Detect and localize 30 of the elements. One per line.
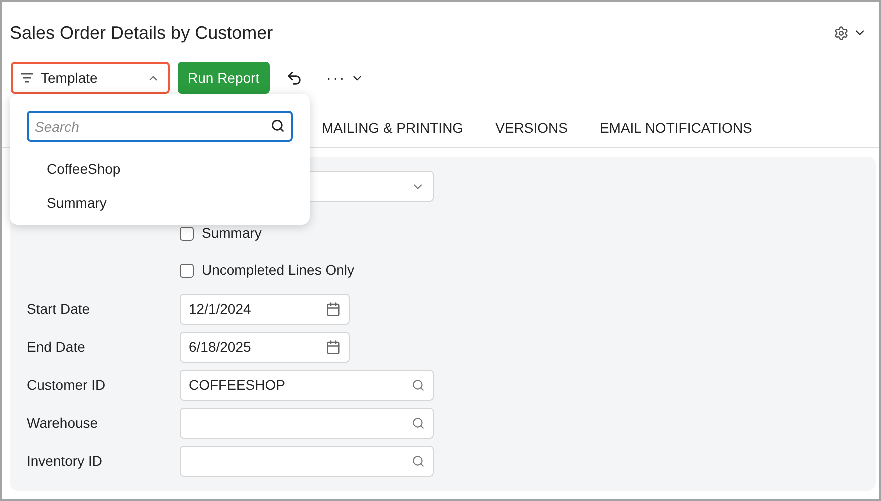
calendar-icon[interactable]	[326, 302, 341, 317]
lookup-field[interactable]	[180, 408, 434, 439]
lookup-field[interactable]: COFFEESHOP	[180, 370, 434, 401]
filter-icon	[21, 73, 33, 83]
field-label: End Date	[27, 338, 86, 357]
checkbox[interactable]	[180, 264, 194, 278]
field-label: Customer ID	[27, 376, 107, 395]
template-button[interactable]: Template	[11, 62, 170, 94]
lookup-field[interactable]	[180, 446, 434, 477]
search-field[interactable]: Search	[27, 111, 293, 142]
checkbox-label: Uncompleted Lines Only	[202, 261, 355, 280]
menu-item[interactable]: CoffeeShop	[27, 152, 293, 186]
checkbox[interactable]	[180, 226, 194, 240]
more-button[interactable]: ···	[326, 68, 364, 88]
search-icon[interactable]	[271, 119, 285, 133]
date-field[interactable]: 6/18/2025	[180, 332, 350, 363]
menu-item[interactable]: Summary	[27, 186, 293, 220]
date-field[interactable]: 12/1/2024	[180, 294, 350, 325]
tab[interactable]: MAILING & PRINTING	[322, 118, 464, 139]
field-label: Start Date	[27, 300, 92, 319]
settings-icon[interactable]	[834, 26, 849, 40]
field-label: Inventory ID	[27, 452, 104, 471]
calendar-icon[interactable]	[326, 340, 341, 355]
page-title: Sales Order Details by Customer	[10, 22, 274, 45]
field-label: Warehouse	[27, 414, 100, 433]
tab[interactable]: VERSIONS	[496, 118, 568, 139]
run-report-button[interactable]: Run Report	[178, 62, 270, 94]
checkbox-label: Summary	[202, 224, 262, 243]
tab[interactable]: EMAIL NOTIFICATIONS	[600, 118, 752, 139]
undo-icon[interactable]	[286, 70, 303, 86]
